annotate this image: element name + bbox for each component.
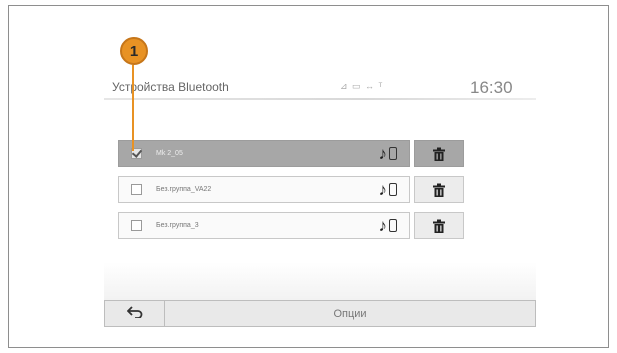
device-row[interactable]: Без.группа_3 ♪ [118, 212, 464, 239]
device-checkbox[interactable] [131, 184, 142, 195]
device-name: Mk 2_05 [156, 150, 183, 157]
device-name: Без.группа_VA22 [156, 186, 212, 193]
back-arrow-icon [126, 305, 143, 323]
page-title: Устройства Bluetooth [112, 80, 229, 94]
delete-button[interactable] [414, 140, 464, 167]
phone-icon [389, 219, 397, 232]
status-icons: ⊿ ▭ ↔ ᵀ [340, 81, 384, 91]
device-row[interactable]: Без.группа_VA22 ♪ [118, 176, 464, 203]
delete-button[interactable] [414, 212, 464, 239]
device-row-main[interactable]: Без.группа_VA22 ♪ [118, 176, 410, 203]
phone-icon [389, 183, 397, 196]
back-button[interactable] [105, 301, 165, 326]
device-checkbox[interactable] [131, 220, 142, 231]
trash-icon [432, 219, 446, 233]
device-name: Без.группа_3 [156, 222, 199, 229]
music-note-icon: ♪ [378, 216, 388, 235]
trash-icon [432, 183, 446, 197]
delete-button[interactable] [414, 176, 464, 203]
device-row[interactable]: Mk 2_05 ♪ [118, 140, 464, 167]
clock: 16:30 [470, 78, 513, 97]
music-note-icon: ♪ [378, 180, 388, 199]
header-divider [104, 98, 536, 100]
device-row-main[interactable]: Mk 2_05 ♪ [118, 140, 410, 167]
options-button[interactable]: Опции [165, 301, 535, 326]
bottom-shade [104, 262, 536, 300]
music-note-icon: ♪ [378, 144, 388, 163]
callout-marker: 1 [120, 37, 148, 65]
trash-icon [432, 147, 446, 161]
callout-line [132, 65, 134, 151]
device-row-main[interactable]: Без.группа_3 ♪ [118, 212, 410, 239]
phone-icon [389, 147, 397, 160]
bottom-bar: Опции [104, 300, 536, 327]
